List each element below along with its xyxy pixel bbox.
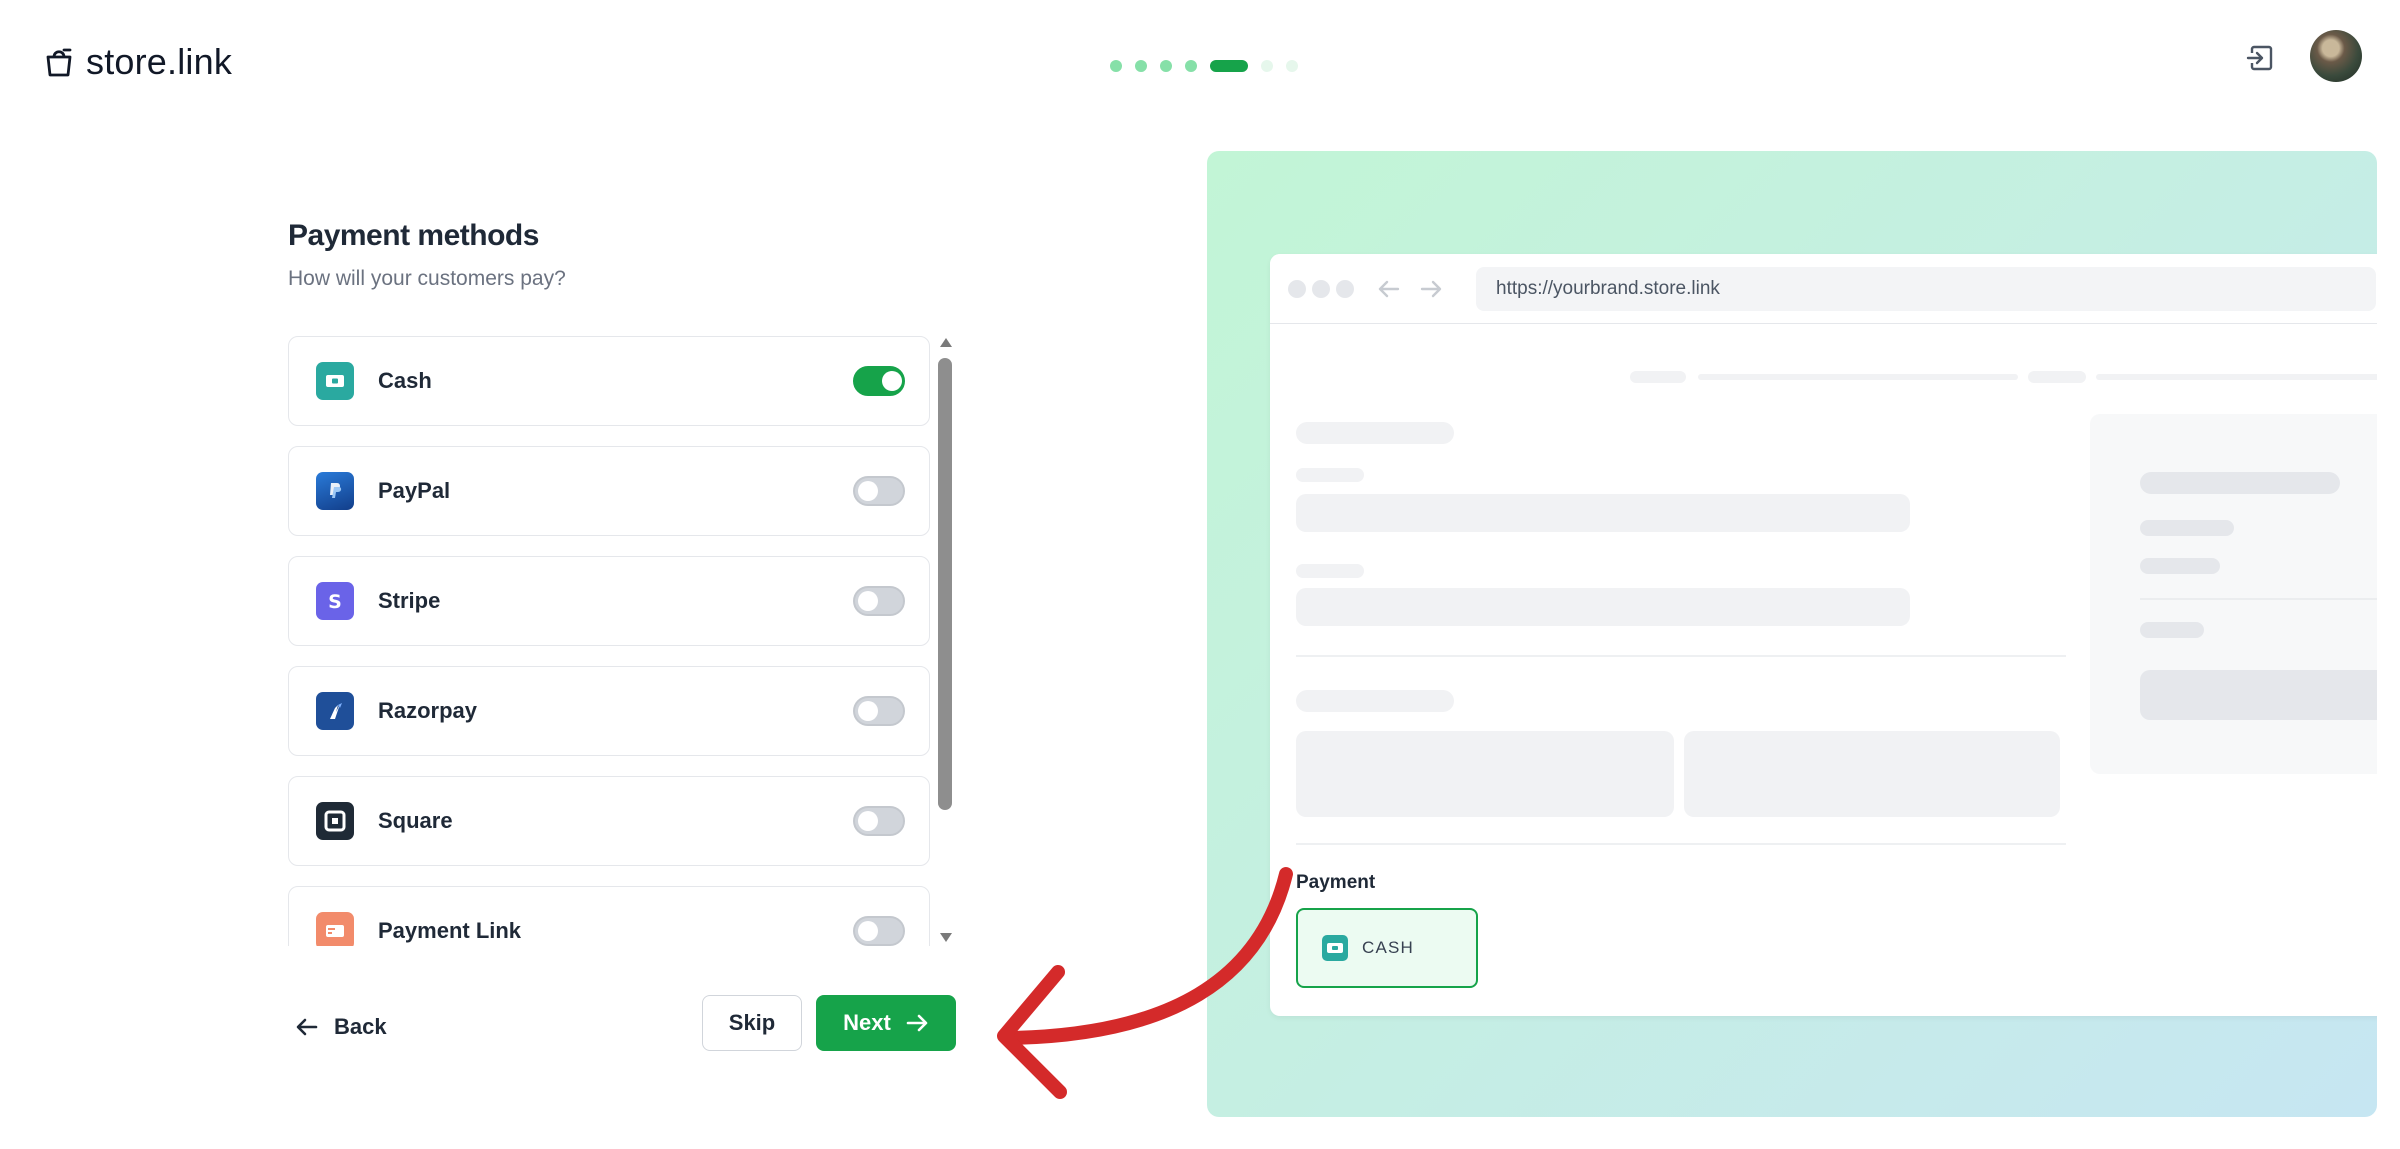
cash-icon — [1322, 935, 1348, 961]
skip-label: Skip — [728, 1010, 776, 1035]
user-avatar[interactable] — [2310, 30, 2362, 82]
next-button[interactable]: Next — [816, 995, 956, 1051]
cash-icon — [316, 362, 354, 400]
progress-dot — [1286, 60, 1298, 72]
skeleton-summary-panel — [2090, 414, 2377, 774]
svg-text:S: S — [328, 591, 342, 613]
skeleton-line — [2140, 558, 2220, 574]
progress-dot — [1261, 60, 1273, 72]
divider — [1296, 655, 2066, 657]
razorpay-toggle[interactable] — [853, 696, 905, 726]
payment-method-square[interactable]: Square — [288, 776, 930, 866]
progress-dot — [1185, 60, 1197, 72]
skeleton-line — [2028, 371, 2086, 383]
list-scrollbar[interactable] — [934, 334, 956, 946]
skeleton-line — [1698, 374, 2018, 380]
skeleton-button — [2140, 670, 2377, 720]
paypal-icon — [316, 472, 354, 510]
scroll-up-arrow-icon[interactable] — [940, 338, 952, 347]
brand-logo[interactable]: store.link — [42, 40, 232, 84]
window-dot — [1336, 280, 1354, 298]
payment-method-paypal[interactable]: PayPal — [288, 446, 930, 536]
skeleton-heading — [1296, 690, 1454, 712]
skeleton-card — [1296, 731, 1674, 817]
skeleton-line — [1630, 371, 1686, 383]
preview-url-bar: https://yourbrand.store.link — [1476, 267, 2376, 311]
payment-method-stripe[interactable]: S Stripe — [288, 556, 930, 646]
browser-back-icon — [1378, 280, 1400, 298]
skeleton-card — [1684, 731, 2060, 817]
paypal-toggle[interactable] — [853, 476, 905, 506]
cash-toggle[interactable] — [853, 366, 905, 396]
payment-method-label: Stripe — [378, 588, 441, 613]
progress-dot-current — [1210, 60, 1248, 72]
page-subtitle: How will your customers pay? — [288, 267, 566, 290]
skeleton-line — [2140, 622, 2204, 638]
logout-icon[interactable] — [2243, 41, 2277, 75]
page-title: Payment methods — [288, 219, 539, 252]
payment-method-list: Cash PayPal S Stripe Razorpay Square Pay… — [286, 334, 936, 946]
payment-method-label: Payment Link — [378, 918, 522, 943]
brand-name: store.link — [86, 41, 233, 82]
storefront-preview: https://yourbrand.store.link Payment CAS… — [1207, 151, 2377, 1117]
back-label: Back — [334, 1014, 387, 1039]
divider — [1296, 843, 2066, 845]
window-dot — [1312, 280, 1330, 298]
square-icon — [316, 802, 354, 840]
progress-dot — [1160, 60, 1172, 72]
divider — [2140, 598, 2377, 600]
shopping-bag-icon — [46, 48, 72, 77]
skeleton-input — [1296, 588, 1910, 626]
browser-forward-icon — [1420, 280, 1442, 298]
payment-method-label: Cash — [378, 368, 432, 393]
payment-method-razorpay[interactable]: Razorpay — [288, 666, 930, 756]
window-dot — [1288, 280, 1306, 298]
progress-dot — [1135, 60, 1147, 72]
payment-link-icon — [316, 912, 354, 946]
stripe-icon: S — [316, 582, 354, 620]
payment-method-label: Razorpay — [378, 698, 478, 723]
arrow-right-icon — [906, 1014, 928, 1032]
preview-browser-window: https://yourbrand.store.link Payment CAS… — [1270, 254, 2377, 1016]
preview-payment-label: Payment — [1296, 872, 1376, 893]
skeleton-input — [1296, 494, 1910, 532]
arrow-left-icon — [296, 1018, 318, 1036]
payment-method-cash[interactable]: Cash — [288, 336, 930, 426]
annotation-arrow-icon — [997, 867, 1293, 1099]
browser-toolbar: https://yourbrand.store.link — [1270, 254, 2377, 324]
skeleton-label — [1296, 468, 1364, 482]
preview-cash-option: CASH — [1296, 908, 1478, 988]
payment-link-toggle[interactable] — [853, 916, 905, 946]
skeleton-heading — [1296, 422, 1454, 444]
scroll-down-arrow-icon[interactable] — [940, 933, 952, 942]
stripe-toggle[interactable] — [853, 586, 905, 616]
skip-button[interactable]: Skip — [702, 995, 802, 1051]
square-toggle[interactable] — [853, 806, 905, 836]
skeleton-line — [2140, 472, 2340, 494]
preview-cash-label: CASH — [1362, 938, 1415, 957]
scroll-thumb[interactable] — [938, 358, 952, 810]
skeleton-line — [2096, 374, 2377, 380]
razorpay-icon — [316, 692, 354, 730]
progress-dot — [1110, 60, 1122, 72]
payment-method-payment-link[interactable]: Payment Link — [288, 886, 930, 946]
skeleton-label — [1296, 564, 1364, 578]
payment-method-label: Square — [378, 808, 453, 833]
next-label: Next — [843, 1010, 891, 1035]
payment-method-label: PayPal — [378, 478, 451, 503]
skeleton-line — [2140, 520, 2234, 536]
back-button[interactable]: Back — [294, 1005, 387, 1049]
step-progress — [1110, 60, 1298, 72]
